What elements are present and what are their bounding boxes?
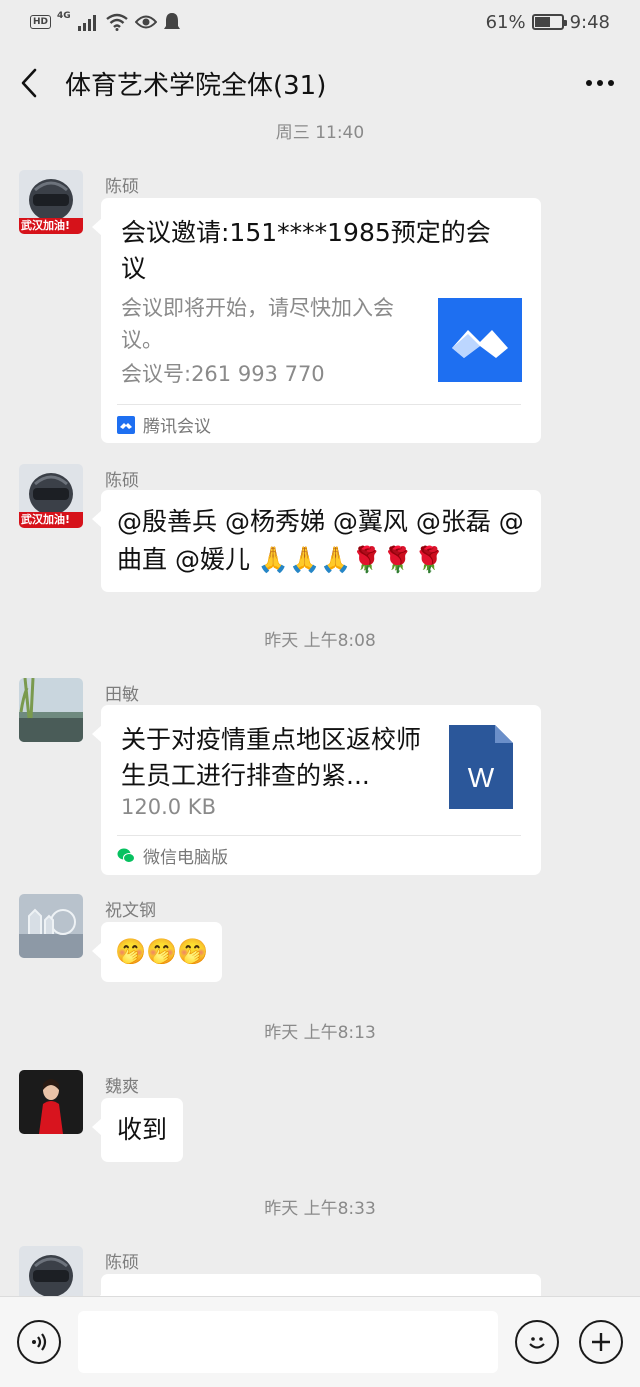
input-bar (0, 1296, 640, 1387)
helmet-avatar-image (19, 1246, 83, 1296)
message-bubble[interactable] (92, 1274, 541, 1296)
voice-button[interactable] (17, 1320, 61, 1364)
avatar-badge: 武汉加油! (21, 513, 71, 526)
chat-header: 体育艺术学院全体(31) (0, 44, 640, 122)
chevron-left-icon (21, 68, 37, 98)
avatar[interactable] (19, 1246, 83, 1296)
message-item: 武汉加油! 陈硕 会议邀请:151****1985预定的会议 会议即将开始，请尽… (19, 170, 619, 445)
card-title: 会议邀请:151****1985预定的会议 (121, 218, 491, 283)
sender-name: 田敏 (105, 685, 139, 705)
card-divider (117, 404, 521, 405)
more-dots-icon (586, 80, 614, 86)
timestamp: 周三 11:40 (275, 123, 365, 143)
signal-icon (77, 15, 96, 31)
add-button[interactable] (579, 1320, 623, 1364)
message-bubble[interactable]: @殷善兵 @杨秀娣 @翼风 @张磊 @曲直 @媛儿 🙏🙏🙏🌹🌹🌹 (92, 490, 541, 592)
avatar[interactable] (19, 1070, 83, 1134)
status-bar-left: HD 4G (30, 11, 181, 32)
chat-title: 体育艺术学院全体(31) (65, 70, 327, 101)
emoji-icon (529, 1337, 545, 1349)
card-source-label: 微信电脑版 (143, 848, 228, 868)
sender-name: 魏爽 (105, 1077, 139, 1097)
message-item: 田敏 关于对疫情重点地区返校师生员工进行排查的紧... 120.0 KB W 微… (19, 678, 619, 878)
file-card[interactable]: 关于对疫情重点地区返校师生员工进行排查的紧... 120.0 KB W 微信电脑… (92, 705, 541, 875)
message-item: 魏爽 收到 (19, 1070, 619, 1180)
card-source: 腾讯会议 (117, 412, 211, 437)
notification-bell-icon (163, 13, 180, 29)
message-input[interactable] (78, 1311, 498, 1373)
file-icon-letter: W (468, 762, 495, 793)
lakeside-avatar-image (19, 678, 83, 742)
hd-badge: HD (30, 15, 52, 29)
card-source-label: 腾讯会议 (143, 417, 211, 437)
card-divider (117, 835, 521, 836)
message-bubble[interactable]: 收到 (91, 1098, 184, 1162)
emoji-button[interactable] (515, 1320, 559, 1364)
avatar[interactable] (19, 678, 83, 742)
wechat-icon (117, 848, 135, 863)
timestamp: 昨天 上午8:13 (264, 1023, 376, 1043)
battery-icon (531, 14, 567, 30)
plus-icon (592, 1333, 610, 1351)
message-bubble[interactable]: 🤭🤭🤭 (91, 922, 223, 982)
message-item: 陈硕 (19, 1246, 619, 1296)
clock: 9:48 (569, 11, 610, 33)
meeting-id: 会议号:261 993 770 (121, 362, 325, 386)
avatar[interactable]: 武汉加油! (19, 170, 83, 234)
status-bar-right: 61% 9:48 (486, 12, 610, 33)
voice-icon (32, 1333, 47, 1351)
sender-name: 祝文钢 (105, 901, 156, 921)
timestamp: 昨天 上午8:08 (264, 631, 376, 651)
meeting-card[interactable]: 会议邀请:151****1985预定的会议 会议即将开始，请尽快加入会议。 会议… (92, 198, 541, 443)
network-label: 4G (57, 11, 71, 21)
card-source: 微信电脑版 (117, 843, 228, 868)
file-title: 关于对疫情重点地区返校师生员工进行排查的紧... (121, 725, 422, 790)
wifi-icon (105, 13, 128, 31)
word-document-icon: W (449, 725, 513, 809)
tencent-meeting-logo-icon (438, 298, 522, 382)
message-item: 武汉加油! 陈硕 @殷善兵 @杨秀娣 @翼风 @张磊 @曲直 @媛儿 🙏🙏🙏🌹🌹… (19, 464, 619, 604)
eye-icon (134, 15, 157, 29)
avatar[interactable]: 武汉加油! (19, 464, 83, 528)
timestamp: 昨天 上午8:33 (264, 1199, 376, 1219)
avatar-badge: 武汉加油! (21, 219, 71, 232)
sender-name: 陈硕 (105, 471, 139, 491)
message-list[interactable]: 周三 11:40 武汉加油! 陈硕 会议邀请:151****1985预定的会议 … (0, 112, 640, 1296)
card-description: 会议即将开始，请尽快加入会议。 (121, 296, 394, 352)
status-bar: HD 4G 61% 9:48 (0, 0, 640, 44)
battery-fill (534, 17, 551, 27)
battery-percent: 61% (485, 11, 526, 33)
avatar[interactable] (19, 894, 83, 958)
tencent-meeting-small-icon (117, 415, 135, 434)
back-button[interactable] (20, 63, 50, 103)
file-size: 120.0 KB (121, 795, 216, 819)
sender-name: 陈硕 (105, 1253, 139, 1273)
sender-name: 陈硕 (105, 177, 139, 197)
more-button[interactable] (580, 63, 620, 103)
portrait-avatar-image (19, 1070, 83, 1134)
ice-sculpture-avatar-image (19, 894, 83, 958)
message-item: 祝文钢 🤭🤭🤭 (19, 894, 619, 1004)
